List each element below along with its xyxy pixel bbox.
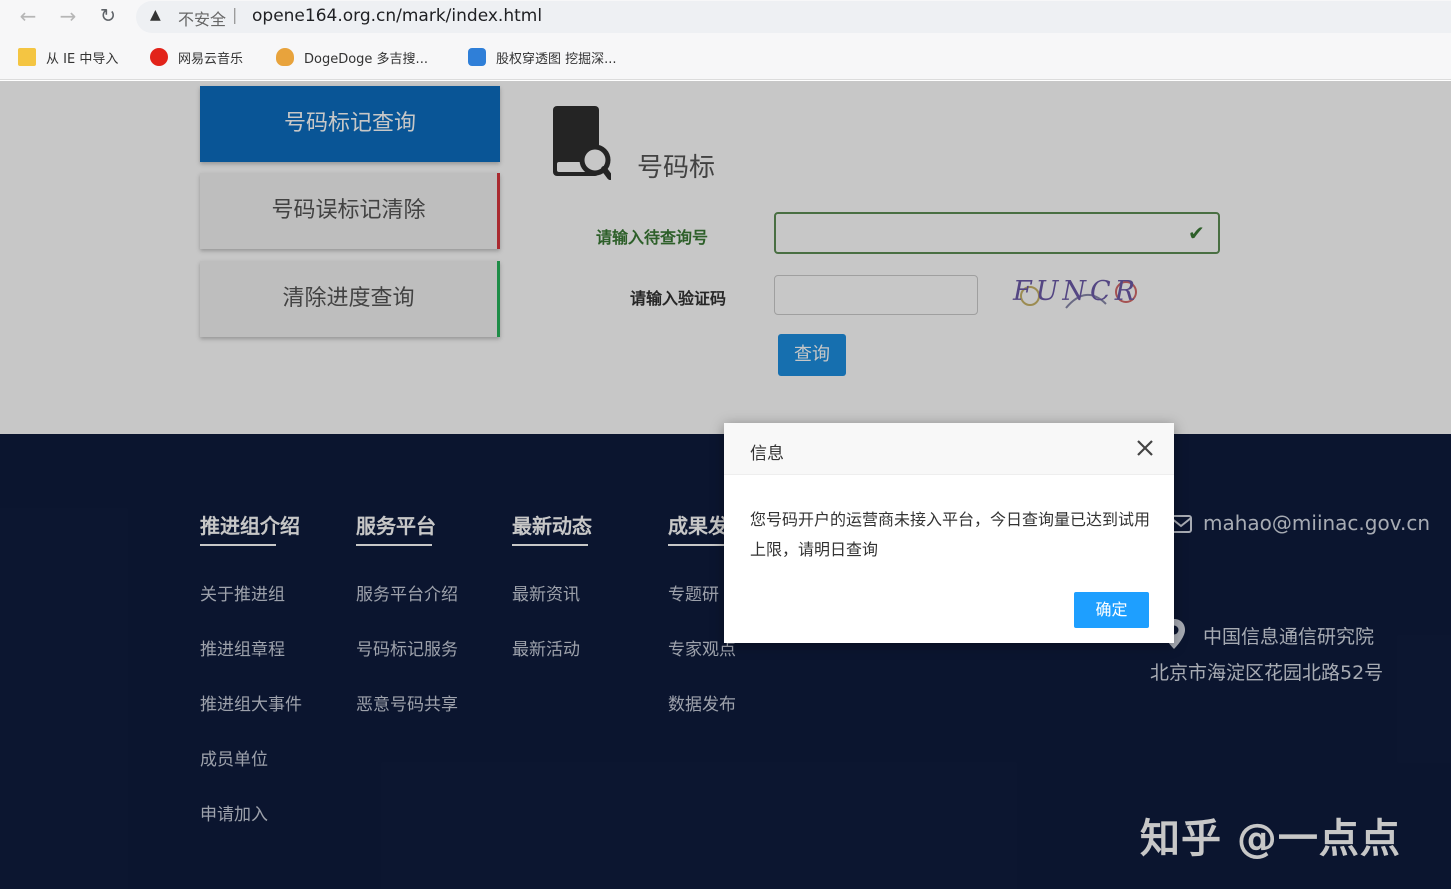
dogedoge-icon bbox=[276, 48, 294, 66]
address-bar[interactable]: ▲ 不安全 | opene164.org.cn/mark/index.html bbox=[136, 1, 1451, 33]
close-icon[interactable] bbox=[1132, 435, 1158, 461]
warning-icon[interactable]: ▲ bbox=[150, 7, 161, 23]
browser-chrome: ← → ↻ ▲ 不安全 | opene164.org.cn/mark/index… bbox=[0, 0, 1451, 80]
address-separator: | bbox=[232, 5, 238, 24]
bookmark-dogedoge[interactable]: DogeDoge 多吉搜... bbox=[276, 46, 428, 68]
reload-icon[interactable]: ↻ bbox=[96, 4, 120, 28]
bookmark-label: 股权穿透图 挖掘深... bbox=[496, 51, 617, 67]
bookmark-ie-import[interactable]: 从 IE 中导入 bbox=[18, 46, 118, 68]
bookmark-label: 从 IE 中导入 bbox=[46, 51, 119, 67]
security-label[interactable]: 不安全 bbox=[178, 6, 226, 30]
confirm-button[interactable]: 确定 bbox=[1074, 592, 1149, 628]
equity-graph-icon bbox=[468, 48, 486, 66]
page: 号码标记查询 号码误标记清除 清除进度查询 号码标 请输入待查询号 ✔ 请输入验… bbox=[0, 81, 1451, 889]
url-text[interactable]: opene164.org.cn/mark/index.html bbox=[252, 6, 542, 26]
bookmark-label: DogeDoge 多吉搜... bbox=[304, 51, 428, 67]
dialog-title: 信息 bbox=[750, 444, 784, 464]
netease-music-icon bbox=[150, 48, 168, 66]
bookmarks-bar: 从 IE 中导入 网易云音乐 DogeDoge 多吉搜... 股权穿透图 挖掘深… bbox=[0, 42, 1451, 72]
bookmark-label: 网易云音乐 bbox=[178, 51, 244, 67]
info-dialog: 信息 您号码开户的运营商未接入平台，今日查询量已达到试用上限，请明日查询 确定 bbox=[724, 423, 1174, 643]
dialog-message: 您号码开户的运营商未接入平台，今日查询量已达到试用上限，请明日查询 bbox=[750, 510, 1151, 559]
bookmark-equity-graph[interactable]: 股权穿透图 挖掘深... bbox=[468, 46, 617, 68]
folder-icon bbox=[18, 48, 36, 66]
dialog-header: 信息 bbox=[724, 423, 1174, 475]
back-arrow-icon[interactable]: ← bbox=[16, 4, 40, 28]
forward-arrow-icon[interactable]: → bbox=[56, 4, 80, 28]
bookmark-netease-music[interactable]: 网易云音乐 bbox=[150, 46, 243, 68]
